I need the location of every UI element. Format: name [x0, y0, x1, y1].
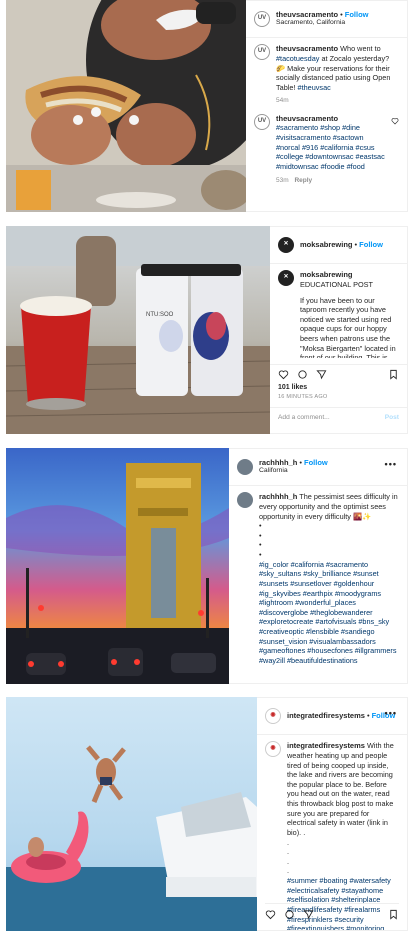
can-label: NTU:SOO [146, 312, 174, 318]
divider [257, 734, 407, 735]
caption-text: Who went to [340, 44, 381, 53]
caption-username[interactable]: integratedfiresystems [287, 741, 365, 750]
post-3: rachhhh_h • Follow California ••• rachhhh_… [6, 448, 408, 684]
divider [270, 263, 407, 264]
heart-icon[interactable] [278, 369, 289, 380]
location-link[interactable]: Sacramento, California [276, 19, 369, 27]
post-age: 16 MINUTES AGO [278, 394, 328, 401]
post-4-photo[interactable] [6, 697, 257, 931]
comment-icon[interactable] [297, 369, 308, 380]
post-4: ◉ integratedfiresystems • Follow ••• ◉ int… [6, 697, 408, 931]
bullet: • [259, 540, 262, 550]
more-options-icon[interactable]: ••• [385, 459, 397, 470]
follow-button[interactable]: Follow [304, 458, 328, 467]
separator-dot: • [340, 10, 343, 20]
separator-dot: • [366, 711, 370, 721]
integrated-fire-logo-icon[interactable]: ◉ [265, 708, 281, 724]
comment-icon[interactable] [284, 909, 295, 920]
post-header: rachhhh_h • Follow California [237, 455, 399, 479]
sunset-bridge-photo [6, 448, 229, 684]
post-1: UV theuvsacramento • Follow Sacramento, Ca… [6, 0, 408, 212]
caption-text: With the weather heating up and people t… [287, 741, 394, 837]
bullet: • [259, 550, 262, 560]
username-link[interactable]: moksabrewing [300, 240, 353, 249]
post-comment-button[interactable]: Post [385, 414, 399, 422]
bullet: • [259, 530, 262, 540]
follow-button[interactable]: Follow [345, 10, 369, 19]
post-4-sidebar: ◉ integratedfiresystems • Follow ••• ◉ int… [257, 697, 408, 931]
post-1-photo[interactable] [6, 0, 246, 212]
comment-bar: Add a comment... Post [270, 407, 407, 428]
like-count[interactable]: 101 likes [278, 384, 399, 393]
caption-hashtags[interactable]: #ig_color #california #sacramento #sky_s… [259, 560, 399, 666]
share-icon[interactable] [316, 369, 327, 380]
username-link[interactable]: rachhhh_h [259, 458, 297, 467]
action-bar: 101 likes 16 MINUTES AGO [270, 363, 407, 402]
post-header: ◉ integratedfiresystems • Follow [265, 704, 399, 728]
add-comment-input[interactable]: Add a comment... [278, 414, 330, 422]
moksa-logo-icon[interactable]: ✕ [278, 270, 294, 286]
post-2-photo[interactable]: NTU:SOO [6, 226, 270, 434]
share-icon[interactable] [303, 909, 314, 920]
taco-photo [6, 0, 246, 212]
heart-icon[interactable] [265, 909, 276, 920]
caption: UV theuvsacramento Who went to #tacotues… [254, 44, 399, 106]
heart-icon[interactable] [391, 117, 399, 125]
caption-username[interactable]: moksabrewing [300, 270, 353, 279]
post-2-sidebar: ✕ moksabrewing • Follow ✕ moksabrewing EDU… [270, 226, 408, 434]
separator-dot: • [354, 240, 358, 250]
comment-username[interactable]: theuvsacramento [276, 114, 338, 123]
bullet: . [287, 866, 290, 876]
separator-dot: • [299, 458, 302, 468]
post-2: NTU:SOO ✕ moksabrewing • Follow ✕ moksabre… [6, 226, 408, 434]
beer-photo: NTU:SOO [6, 226, 270, 434]
avatar[interactable] [237, 492, 253, 508]
reply-button[interactable]: Reply [294, 177, 312, 184]
caption-body: If you have been to our taproom recently… [300, 295, 396, 358]
divider [246, 37, 407, 38]
bookmark-icon[interactable] [388, 369, 399, 380]
username-link[interactable]: theuvsacramento [276, 10, 338, 19]
post-header: UV theuvsacramento • Follow Sacramento, Ca… [254, 7, 399, 31]
lake-jump-photo [6, 697, 257, 931]
caption-age: 54m [276, 97, 289, 105]
avatar[interactable]: UV [254, 44, 270, 60]
divider [229, 485, 407, 486]
hashtag-link[interactable]: #theuvsac [298, 83, 331, 92]
integrated-fire-logo-icon[interactable]: ◉ [265, 741, 281, 757]
username-link[interactable]: integratedfiresystems [287, 711, 365, 720]
caption: ✕ moksabrewing EDUCATIONAL POST If you h… [278, 270, 399, 358]
bookmark-icon[interactable] [388, 909, 399, 920]
avatar[interactable]: UV [254, 113, 270, 130]
hashtag-link[interactable]: #tacotuesday [276, 54, 319, 63]
post-1-sidebar: UV theuvsacramento • Follow Sacramento, Ca… [246, 0, 408, 212]
bullet: . [287, 837, 290, 847]
post-3-sidebar: rachhhh_h • Follow California ••• rachhhh_… [229, 448, 408, 684]
comment: UV theuvsacramento #sacramento #shop #din… [254, 113, 399, 185]
follow-button[interactable]: Follow [359, 240, 383, 249]
caption-username[interactable]: theuvsacramento [276, 44, 338, 53]
post-header: ✕ moksabrewing • Follow [278, 233, 399, 257]
caption-text: EDUCATIONAL POST [300, 279, 373, 289]
bullet: . [287, 847, 290, 857]
post-3-photo[interactable] [6, 448, 229, 684]
bullet: • [259, 521, 262, 531]
avatar[interactable] [237, 459, 253, 475]
location-link[interactable]: California [259, 467, 328, 475]
more-options-icon[interactable]: ••• [385, 708, 397, 719]
avatar[interactable]: UV [254, 11, 270, 27]
caption-username[interactable]: rachhhh_h [259, 492, 297, 501]
moksa-logo-icon[interactable]: ✕ [278, 237, 294, 253]
caption: rachhhh_h The pessimist sees difficulty … [237, 492, 399, 666]
bullet: . [287, 856, 290, 866]
action-bar [265, 903, 399, 924]
comment-age: 53m [276, 176, 289, 184]
comment-hashtags[interactable]: #sacramento #shop #dine #visitsacramento… [276, 123, 385, 171]
